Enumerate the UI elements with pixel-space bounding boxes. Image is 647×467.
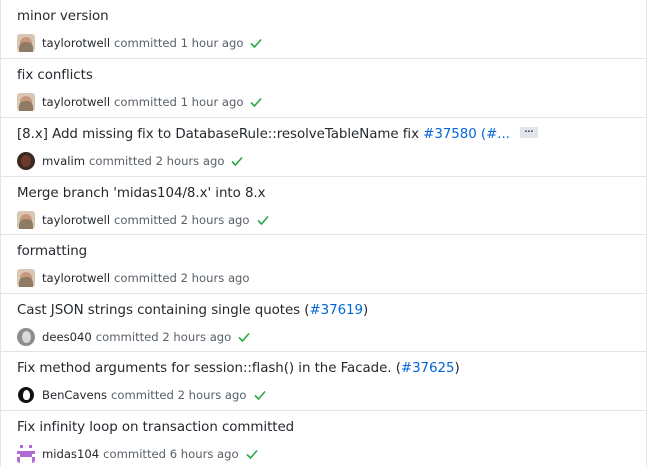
commit-title-link[interactable]: Cast JSON strings containing single quot… <box>17 303 310 318</box>
commit-row: Cast JSON strings containing single quot… <box>1 294 647 352</box>
expand-message-button[interactable]: … <box>519 125 538 138</box>
issue-link-truncated[interactable]: (#... <box>477 127 510 142</box>
author-avatar[interactable] <box>17 386 35 404</box>
commit-title-suffix[interactable]: ) <box>454 361 459 376</box>
issue-link[interactable]: #37625 <box>401 361 455 376</box>
commit-list: minor version taylorotwell committed 1 h… <box>0 0 647 467</box>
check-icon[interactable] <box>230 154 244 168</box>
commit-title: [8.x] Add missing fix to DatabaseRule::r… <box>17 125 538 142</box>
commit-meta: taylorotwell committed 2 hours ago <box>17 269 250 287</box>
commit-title-link[interactable]: [8.x] Add missing fix to DatabaseRule::r… <box>17 127 423 142</box>
author-link[interactable]: taylorotwell <box>42 213 110 227</box>
commit-row: minor version taylorotwell committed 1 h… <box>1 0 647 59</box>
author-avatar[interactable] <box>17 34 35 52</box>
author-avatar[interactable] <box>17 211 35 229</box>
author-link[interactable]: dees040 <box>42 330 92 344</box>
committed-label: committed <box>89 154 152 168</box>
commit-time: 2 hours ago <box>155 154 225 168</box>
author-link[interactable]: taylorotwell <box>42 36 110 50</box>
committed-label: committed <box>103 447 167 461</box>
committed-label: committed <box>111 388 174 402</box>
commit-meta: midas104 committed 6 hours ago <box>17 445 259 463</box>
commit-title-link[interactable]: minor version <box>17 9 109 24</box>
committed-label: committed <box>114 95 177 109</box>
author-link[interactable]: midas104 <box>42 447 99 461</box>
commit-time: 1 hour ago <box>180 36 244 50</box>
commit-meta: dees040 committed 2 hours ago <box>17 328 251 346</box>
commit-row: fix conflicts taylorotwell committed 1 h… <box>1 59 647 118</box>
committed-label: committed <box>114 36 177 50</box>
author-avatar[interactable] <box>17 269 35 287</box>
check-icon[interactable] <box>245 447 259 461</box>
issue-link[interactable]: #37619 <box>309 303 363 318</box>
commit-row: Fix infinity loop on transaction committ… <box>1 411 647 467</box>
check-icon[interactable] <box>253 388 267 402</box>
committed-label: committed <box>114 213 177 227</box>
commit-title: Fix method arguments for session::flash(… <box>17 361 460 376</box>
commit-time: 2 hours ago <box>180 213 250 227</box>
author-avatar[interactable] <box>17 328 35 346</box>
commit-title-link[interactable]: Fix infinity loop on transaction committ… <box>17 420 294 435</box>
commit-time: 2 hours ago <box>162 330 232 344</box>
commit-title-suffix[interactable]: ) <box>363 303 368 318</box>
check-icon[interactable] <box>256 213 270 227</box>
check-icon[interactable] <box>249 95 263 109</box>
check-icon[interactable] <box>237 330 251 344</box>
commit-meta: BenCavens committed 2 hours ago <box>17 386 267 404</box>
commit-title: Cast JSON strings containing single quot… <box>17 303 368 318</box>
commit-row: Merge branch 'midas104/8.x' into 8.x tay… <box>1 177 647 235</box>
commit-title-link[interactable]: fix conflicts <box>17 68 93 83</box>
commit-meta: taylorotwell committed 1 hour ago <box>17 93 263 111</box>
author-link[interactable]: taylorotwell <box>42 95 110 109</box>
check-icon[interactable] <box>249 36 263 50</box>
commit-time: 1 hour ago <box>180 95 244 109</box>
commit-time: 2 hours ago <box>180 271 250 285</box>
commit-row: formatting taylorotwell committed 2 hour… <box>1 235 647 294</box>
commit-row: Fix method arguments for session::flash(… <box>1 352 647 411</box>
commit-title-link[interactable]: Fix method arguments for session::flash(… <box>17 361 401 376</box>
commit-time: 2 hours ago <box>177 388 247 402</box>
author-avatar[interactable] <box>17 152 35 170</box>
commit-meta: mvalim committed 2 hours ago <box>17 152 244 170</box>
author-link[interactable]: BenCavens <box>42 388 107 402</box>
commit-row: [8.x] Add missing fix to DatabaseRule::r… <box>1 118 647 177</box>
author-avatar[interactable] <box>17 93 35 111</box>
commit-meta: taylorotwell committed 1 hour ago <box>17 34 263 52</box>
commit-title-link[interactable]: formatting <box>17 244 87 259</box>
author-link[interactable]: mvalim <box>42 154 85 168</box>
issue-link[interactable]: #37580 <box>423 127 477 142</box>
author-link[interactable]: taylorotwell <box>42 271 110 285</box>
committed-label: committed <box>95 330 159 344</box>
commit-title-link[interactable]: Merge branch 'midas104/8.x' into 8.x <box>17 186 266 201</box>
author-avatar[interactable] <box>17 445 35 463</box>
commit-meta: taylorotwell committed 2 hours ago <box>17 211 270 229</box>
commit-time: 6 hours ago <box>169 447 239 461</box>
committed-label: committed <box>114 271 177 285</box>
